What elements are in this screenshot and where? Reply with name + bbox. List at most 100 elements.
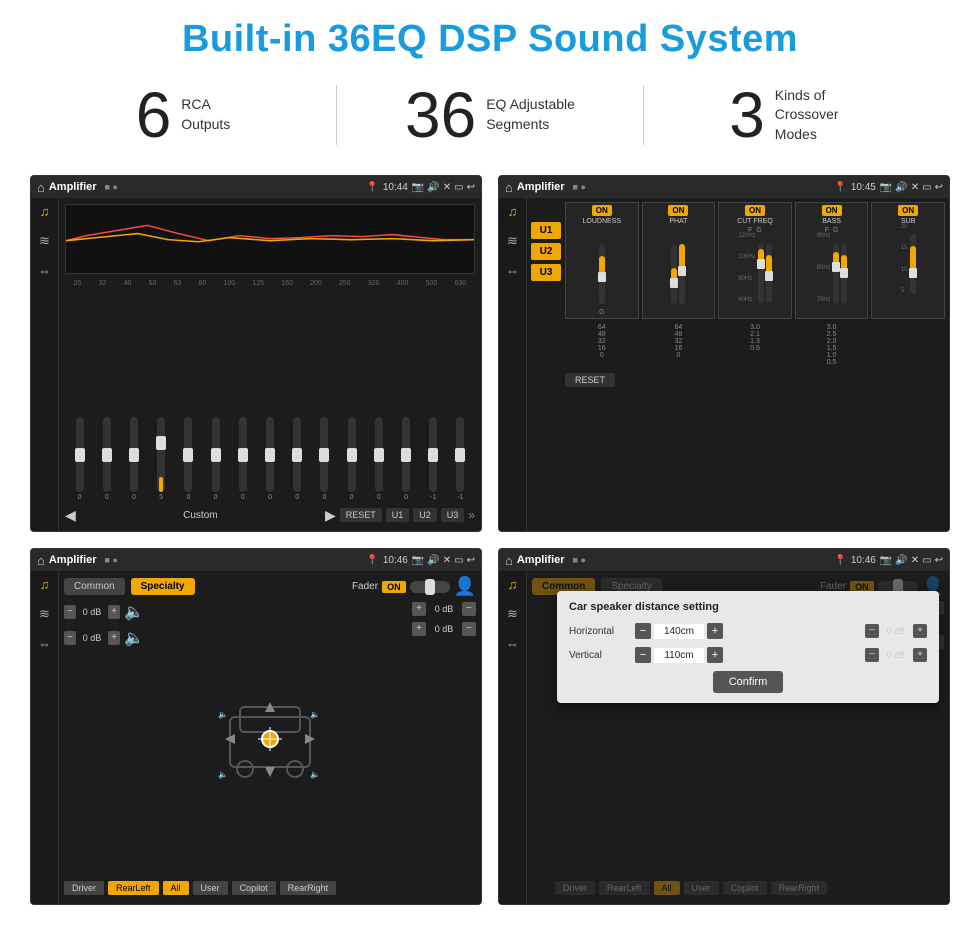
eq-u3-btn[interactable]: U3 <box>441 508 465 522</box>
dist-close-icon[interactable]: ✕ <box>911 555 919 566</box>
ch-bass-on[interactable]: ON <box>822 205 842 216</box>
ch-cutfreq: ON CUT FREQ FG 120Hz100Hz80Hz60Hz <box>718 202 792 319</box>
fader-sidebar-balance-icon[interactable]: ⇔ <box>38 636 51 651</box>
ch-phat-name: PHAT <box>669 218 687 225</box>
eq-sliders: 0 0 <box>65 291 475 501</box>
dist-home-icon[interactable]: ⌂ <box>505 553 513 568</box>
fader-zone-rearleft[interactable]: RearLeft <box>108 881 159 895</box>
eq-main-area: 25 32 40 50 63 80 100 125 160 200 250 32… <box>59 198 481 531</box>
fader-topbar: ⌂ Amplifier ■ ● 📍 10:46 📷 🔊 ✕ ▭ ↩ <box>31 549 481 571</box>
crossover-home-icon[interactable]: ⌂ <box>505 180 513 195</box>
fader-common-tab[interactable]: Common <box>64 578 125 595</box>
eq-freq-50: 50 <box>149 280 157 287</box>
fader-tl-value: 0 dB <box>80 607 104 617</box>
home-icon[interactable]: ⌂ <box>37 180 45 195</box>
crossover-sidebar-wave-icon[interactable]: ≋ <box>507 233 518 249</box>
fader-bl-minus[interactable]: − <box>64 631 76 645</box>
eq-time: 10:44 <box>383 182 408 193</box>
fader-back-icon[interactable]: ↩ <box>467 555 475 566</box>
eq-more-icon[interactable]: » <box>468 508 475 522</box>
fader-on-badge[interactable]: ON <box>382 581 406 593</box>
eq-u2-btn[interactable]: U2 <box>413 508 437 522</box>
screen-eq: ⌂ Amplifier ■ ● 📍 10:44 📷 🔊 ✕ ▭ ↩ ♫ ≋ ⇔ <box>30 175 482 532</box>
fader-br-minus[interactable]: − <box>462 622 476 636</box>
eq-next-btn[interactable]: ▶ <box>325 507 336 524</box>
fader-tl-plus[interactable]: + <box>108 605 120 619</box>
eq-reset-btn[interactable]: RESET <box>340 508 382 522</box>
eq-freq-labels: 25 32 40 50 63 80 100 125 160 200 250 32… <box>65 280 475 287</box>
fader-h-slider[interactable] <box>410 581 450 593</box>
dialog-horizontal-plus[interactable]: + <box>707 623 723 639</box>
stat-eq: 36 EQ Adjustable Segments <box>337 83 643 147</box>
fader-center-diagram: 🔈 🔈 🔈 🔈 <box>148 602 392 872</box>
dialog-confirm-button[interactable]: Confirm <box>713 671 784 693</box>
crossover-sidebar-eq-icon[interactable]: ♫ <box>508 204 518 219</box>
dialog-v-right-minus[interactable]: − <box>865 648 879 662</box>
stat-rca: 6 RCA Outputs <box>30 83 336 147</box>
distance-dialog: Car speaker distance setting Horizontal … <box>557 591 939 703</box>
dialog-vertical-minus[interactable]: − <box>635 647 651 663</box>
fader-br-value: 0 dB <box>430 624 458 634</box>
crossover-back-icon[interactable]: ↩ <box>935 182 943 193</box>
fader-zone-rearright[interactable]: RearRight <box>280 881 337 895</box>
fader-sidebar-wave-icon[interactable]: ≋ <box>39 606 50 622</box>
fader-zone-user[interactable]: User <box>193 881 228 895</box>
fader-zone-all[interactable]: All <box>163 881 189 895</box>
fader-top-bar: Common Specialty Fader ON 👤 <box>64 576 476 597</box>
fader-zone-driver[interactable]: Driver <box>64 881 104 895</box>
stat-eq-number: 36 <box>405 83 476 147</box>
fader-close-icon[interactable]: ✕ <box>443 555 451 566</box>
fader-sidebar-eq-icon[interactable]: ♫ <box>40 577 50 592</box>
fader-tr-plus[interactable]: + <box>412 602 426 616</box>
screen-crossover: ⌂ Amplifier ■ ● 📍 10:45 📷 🔊 ✕ ▭ ↩ ♫ ≋ ⇔ <box>498 175 950 532</box>
dialog-v-right-plus[interactable]: + <box>913 648 927 662</box>
eq-sidebar-waveform-icon[interactable]: ≋ <box>39 233 50 249</box>
dialog-vertical-plus[interactable]: + <box>707 647 723 663</box>
dialog-h-right-minus[interactable]: − <box>865 624 879 638</box>
screen-distance: ⌂ Amplifier ■ ● 📍 10:46 📷 🔊 ✕ ▭ ↩ ♫ ≋ ⇔ <box>498 548 950 905</box>
crossover-u3-btn[interactable]: U3 <box>531 264 561 281</box>
eq-sidebar-equalizer-icon[interactable]: ♫ <box>40 204 50 219</box>
crossover-volume-icon: 🔊 <box>895 182 907 193</box>
ch-phat-on[interactable]: ON <box>668 205 688 216</box>
eq-close-icon[interactable]: ✕ <box>443 182 451 193</box>
eq-back-icon[interactable]: ↩ <box>467 182 475 193</box>
fader-person-icon: 👤 <box>454 576 476 597</box>
crossover-reset-btn[interactable]: RESET <box>565 373 615 387</box>
ch-cutfreq-on[interactable]: ON <box>745 205 765 216</box>
dist-sidebar-balance-icon[interactable]: ⇔ <box>506 636 519 651</box>
eq-window-icon: ▭ <box>454 182 463 193</box>
fader-app-name: Amplifier <box>49 554 97 566</box>
fader-grid: − 0 dB + 🔈 − 0 dB + 🔈 <box>64 602 476 872</box>
eq-prev-btn[interactable]: ◀ <box>65 507 76 524</box>
dist-bottom-bar-bg: Driver RearLeft All User Copilot RearRig… <box>555 877 944 899</box>
fader-specialty-tab[interactable]: Specialty <box>131 578 195 595</box>
dialog-h-right-plus[interactable]: + <box>913 624 927 638</box>
stats-row: 6 RCA Outputs 36 EQ Adjustable Segments … <box>30 83 950 147</box>
fader-sidebar: ♫ ≋ ⇔ <box>31 571 59 904</box>
eq-sidebar-balance-icon[interactable]: ⇔ <box>38 263 51 278</box>
eq-u1-btn[interactable]: U1 <box>386 508 410 522</box>
dialog-horizontal-minus[interactable]: − <box>635 623 651 639</box>
crossover-u1-btn[interactable]: U1 <box>531 222 561 239</box>
crossover-sidebar-balance-icon[interactable]: ⇔ <box>506 263 519 278</box>
dist-sidebar-eq-icon[interactable]: ♫ <box>508 577 518 592</box>
fader-bl-plus[interactable]: + <box>108 631 120 645</box>
fader-ch-bl: − 0 dB + 🔈 <box>64 628 144 648</box>
ch-loudness-on[interactable]: ON <box>592 205 612 216</box>
ch-sub-on[interactable]: ON <box>898 205 918 216</box>
crossover-u2-btn[interactable]: U2 <box>531 243 561 260</box>
fader-ch-tr: − 0 dB + <box>396 602 476 616</box>
dialog-horizontal-ctrl: − 140cm + <box>635 623 723 639</box>
dist-sidebar-wave-icon[interactable]: ≋ <box>507 606 518 622</box>
dist-back-icon[interactable]: ↩ <box>935 555 943 566</box>
fader-tr-minus[interactable]: − <box>462 602 476 616</box>
crossover-close-icon[interactable]: ✕ <box>911 182 919 193</box>
fader-home-icon[interactable]: ⌂ <box>37 553 45 568</box>
eq-slider-3: 0 <box>121 417 146 501</box>
fader-zone-copilot[interactable]: Copilot <box>232 881 276 895</box>
fader-br-plus[interactable]: + <box>412 622 426 636</box>
eq-freq-125: 125 <box>252 280 264 287</box>
fader-tl-minus[interactable]: − <box>64 605 76 619</box>
svg-text:🔈: 🔈 <box>218 710 228 719</box>
